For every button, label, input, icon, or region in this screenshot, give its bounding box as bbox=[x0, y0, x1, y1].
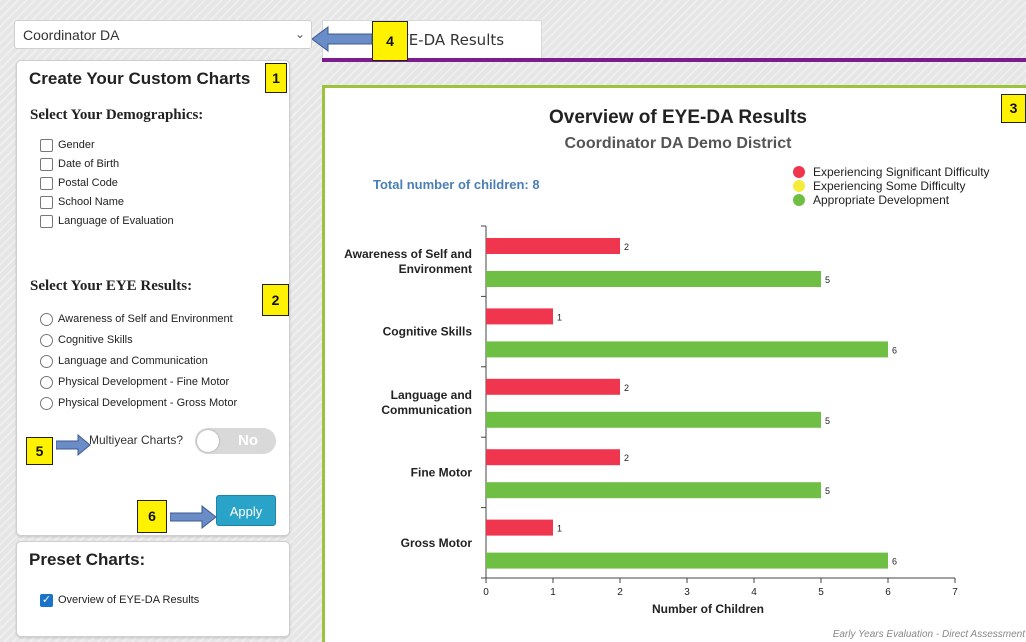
callout-4: 4 bbox=[372, 21, 408, 61]
chart-footer: Early Years Evaluation - Direct Assessme… bbox=[833, 629, 1026, 640]
chevron-down-icon: ⌄ bbox=[294, 27, 305, 41]
bar-significant-difficulty bbox=[486, 308, 553, 325]
coordinator-select[interactable]: Coordinator DA ⌄ bbox=[14, 20, 312, 49]
x-tick-label: 5 bbox=[818, 587, 824, 598]
checkmark-icon[interactable]: ✓ bbox=[40, 594, 53, 607]
radio-label: Cognitive Skills bbox=[58, 334, 133, 346]
custom-charts-title: Create Your Custom Charts bbox=[29, 69, 251, 88]
tab-underline bbox=[322, 58, 1026, 62]
radio-label: Physical Development - Fine Motor bbox=[58, 376, 230, 388]
category-label: Fine Motor bbox=[411, 465, 473, 479]
callout-6: 6 bbox=[137, 500, 167, 533]
checkbox-icon[interactable] bbox=[40, 177, 53, 190]
checkbox-icon[interactable] bbox=[40, 158, 53, 171]
category-label: Language and bbox=[391, 388, 472, 402]
chart-subtitle: Coordinator DA Demo District bbox=[565, 135, 793, 152]
chart-panel: Overview of EYE-DA Results Coordinator D… bbox=[322, 85, 1026, 642]
callout-5: 5 bbox=[26, 437, 53, 465]
data-label: 5 bbox=[825, 486, 830, 496]
x-tick-label: 6 bbox=[885, 587, 891, 598]
radio-icon[interactable] bbox=[40, 355, 53, 368]
legend-label: Experiencing Significant Difficulty bbox=[813, 165, 990, 179]
data-label: 2 bbox=[624, 383, 629, 393]
multiyear-toggle[interactable]: No bbox=[195, 428, 276, 454]
bar-appropriate-development bbox=[486, 552, 888, 569]
data-label: 6 bbox=[892, 345, 897, 355]
callout-1: 1 bbox=[265, 63, 287, 93]
chart-legend: Experiencing Significant DifficultyExper… bbox=[793, 165, 990, 207]
data-label: 5 bbox=[825, 275, 830, 285]
coordinator-select-value: Coordinator DA bbox=[23, 27, 120, 43]
radio-label: Awareness of Self and Environment bbox=[58, 313, 233, 325]
legend-marker bbox=[793, 166, 805, 178]
bar-significant-difficulty bbox=[486, 378, 620, 395]
checkbox-label: Date of Birth bbox=[58, 158, 120, 170]
data-label: 1 bbox=[557, 524, 562, 534]
checkbox-label: Postal Code bbox=[58, 177, 118, 189]
chart-title: Overview of EYE-DA Results bbox=[549, 107, 807, 128]
legend-label: Experiencing Some Difficulty bbox=[813, 179, 966, 193]
bar-appropriate-development bbox=[486, 341, 888, 358]
radio-label: Language and Communication bbox=[58, 355, 208, 367]
legend-marker bbox=[793, 180, 805, 192]
checkbox-label: Gender bbox=[58, 139, 95, 151]
multiyear-label: Multiyear Charts? bbox=[89, 433, 184, 447]
x-tick-label: 0 bbox=[483, 587, 489, 598]
toggle-text: No bbox=[238, 432, 258, 449]
data-label: 6 bbox=[892, 557, 897, 567]
radio-icon[interactable] bbox=[40, 397, 53, 410]
bar-appropriate-development bbox=[486, 271, 821, 287]
x-tick-label: 4 bbox=[751, 587, 757, 598]
toggle-knob bbox=[197, 430, 219, 452]
category-label: Cognitive Skills bbox=[383, 325, 473, 339]
category-label: Environment bbox=[399, 262, 472, 276]
radio-icon[interactable] bbox=[40, 376, 53, 389]
x-tick-label: 1 bbox=[550, 587, 556, 598]
results-chart: Overview of EYE-DA Results Coordinator D… bbox=[344, 107, 1026, 640]
radio-icon[interactable] bbox=[40, 313, 53, 326]
x-tick-label: 7 bbox=[952, 587, 958, 598]
checkbox-icon[interactable] bbox=[40, 196, 53, 209]
radio-label: Physical Development - Gross Motor bbox=[58, 397, 238, 409]
bar-significant-difficulty bbox=[486, 238, 620, 254]
checkbox-label: School Name bbox=[58, 196, 125, 208]
bar-appropriate-development bbox=[486, 482, 821, 499]
category-label: Gross Motor bbox=[401, 536, 473, 550]
checkbox-icon[interactable] bbox=[40, 215, 53, 228]
preset-charts-panel: Preset Charts: ✓ Overview of EYE-DA Resu… bbox=[16, 541, 290, 637]
bar-significant-difficulty bbox=[486, 449, 620, 466]
legend-label: Appropriate Development bbox=[813, 193, 950, 207]
arrow-icon bbox=[312, 26, 373, 52]
eye-results-heading: Select Your EYE Results: bbox=[30, 278, 193, 294]
checkbox-label: Overview of EYE-DA Results bbox=[58, 594, 200, 606]
checkbox-icon[interactable] bbox=[40, 139, 53, 152]
preset-charts-title: Preset Charts: bbox=[29, 550, 146, 569]
category-label: Awareness of Self and bbox=[344, 247, 472, 261]
x-tick-label: 2 bbox=[617, 587, 623, 598]
data-label: 2 bbox=[624, 453, 629, 463]
checkbox-label: Language of Evaluation bbox=[58, 215, 174, 227]
callout-2: 2 bbox=[262, 284, 289, 316]
apply-button[interactable]: Apply bbox=[216, 495, 276, 526]
x-tick-label: 3 bbox=[684, 587, 690, 598]
arrow-icon bbox=[56, 434, 91, 456]
chart-plot-area: 0 1 2 3 4 5 6 7 2 5 Awareness of Self andEnvironme… bbox=[344, 225, 958, 598]
x-axis-label: Number of Children bbox=[652, 602, 764, 616]
legend-marker bbox=[793, 194, 805, 206]
data-label: 2 bbox=[624, 242, 629, 252]
callout-3: 3 bbox=[1001, 94, 1026, 123]
radio-icon[interactable] bbox=[40, 334, 53, 347]
bar-appropriate-development bbox=[486, 411, 821, 428]
demographics-heading: Select Your Demographics: bbox=[30, 107, 204, 123]
arrow-icon bbox=[170, 505, 217, 529]
category-label: Communication bbox=[381, 403, 472, 417]
data-label: 5 bbox=[825, 416, 830, 426]
custom-charts-panel: Create Your Custom Charts Select Your De… bbox=[16, 60, 290, 536]
data-label: 1 bbox=[557, 312, 562, 322]
total-children-label: Total number of children: 8 bbox=[373, 177, 540, 192]
bar-significant-difficulty bbox=[486, 519, 553, 536]
